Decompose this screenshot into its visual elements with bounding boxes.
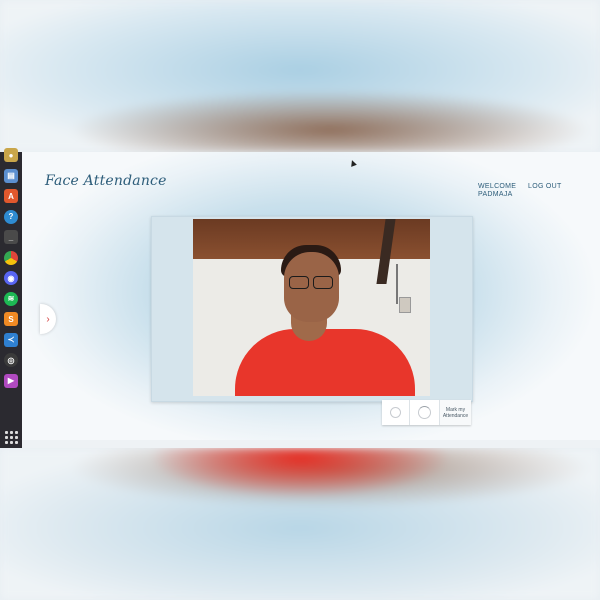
capture-button[interactable] [382,400,410,425]
terminal-icon[interactable]: _ [4,230,18,244]
glasses [289,276,335,289]
sublime-text-icon[interactable]: S [4,312,18,326]
welcome-user: WELCOME PADMAJA [478,183,516,199]
vscode-icon[interactable]: ≺ [4,332,18,347]
chrome-icon[interactable] [4,250,18,265]
spotify-icon[interactable]: ≋ [4,291,18,306]
discord-icon[interactable]: ◉ [4,271,18,285]
capture-circle-icon [390,407,401,418]
camera-app-icon[interactable]: ● [4,148,18,162]
mark-attendance-button[interactable]: Mark my Attendance [440,400,471,425]
person-torso [235,329,415,396]
software-store-icon[interactable]: A [4,189,18,203]
face-attendance-app: Face Attendance WELCOME PADMAJA LOG OUT … [22,152,600,440]
files-icon[interactable]: ▤ [4,168,18,183]
wall-switch [399,297,411,313]
loading-spinner-icon [418,406,431,419]
obs-icon[interactable]: ◎ [4,353,18,367]
camera-controls: Mark my Attendance [382,400,471,425]
welcome-label: WELCOME [478,183,517,190]
blurred-backdrop-top [0,0,600,152]
brand-title[interactable]: Face Attendance [45,173,167,189]
wall-wire [396,264,398,304]
help-icon[interactable]: ? [4,209,18,224]
blurred-backdrop-bottom [0,448,600,600]
username-label: PADMAJA [478,191,513,198]
mark-attendance-label: Mark my Attendance [443,407,468,419]
webcam-feed [193,219,430,396]
webcam-panel [151,216,473,402]
window-bottom-edge [22,440,600,448]
desktop-screen: ● ▤ A ? _ ◉ ≋ S ≺ ◎ ▶ Face Attendance WE… [0,148,600,448]
video-player-icon[interactable]: ▶ [4,373,18,388]
mark-attendance-line1: Mark my [445,406,466,413]
mark-attendance-line2: Attendance [442,412,469,419]
loading-button[interactable] [410,400,440,425]
show-applications-icon[interactable] [4,430,18,444]
ubuntu-dock: ● ▤ A ? _ ◉ ≋ S ≺ ◎ ▶ [0,148,22,448]
sidebar-toggle-chevron-icon[interactable]: › [40,304,56,334]
logout-link[interactable]: LOG OUT [528,183,562,190]
